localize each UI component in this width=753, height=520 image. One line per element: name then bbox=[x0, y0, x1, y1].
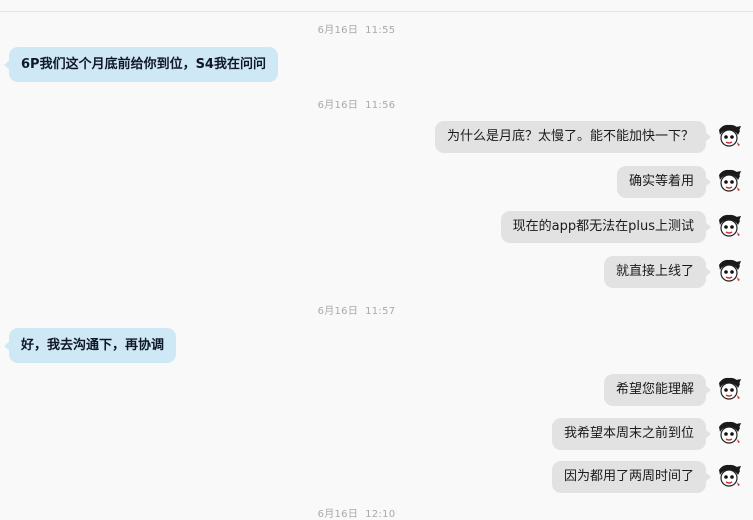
avatar-icon[interactable] bbox=[716, 463, 742, 489]
outgoing-message[interactable]: 希望您能理解 bbox=[603, 374, 712, 406]
top-divider bbox=[0, 11, 753, 12]
avatar-icon[interactable] bbox=[716, 258, 742, 284]
avatar-icon[interactable] bbox=[716, 168, 742, 194]
outgoing-message[interactable]: 因为都用了两周时间了 bbox=[551, 461, 712, 493]
outgoing-message[interactable]: 为什么是月底？太慢了。能不能加快一下？ bbox=[434, 121, 712, 153]
avatar-icon[interactable] bbox=[716, 420, 742, 446]
timestamp: 6月16日 11:56 bbox=[317, 100, 396, 111]
incoming-message[interactable]: 6P我们这个月底前给你到位，S4我在问问 bbox=[4, 47, 278, 82]
timestamp: 6月16日 12:10 bbox=[317, 509, 396, 520]
outgoing-message[interactable]: 就直接上线了 bbox=[603, 256, 712, 288]
timestamp: 6月16日 11:55 bbox=[317, 25, 396, 36]
outgoing-message[interactable]: 现在的app都无法在plus上测试 bbox=[500, 211, 712, 243]
outgoing-message[interactable]: 确实等着用 bbox=[616, 166, 712, 198]
avatar-icon[interactable] bbox=[716, 213, 742, 239]
avatar-icon[interactable] bbox=[716, 376, 742, 402]
avatar-icon[interactable] bbox=[716, 123, 742, 149]
outgoing-message[interactable]: 我希望本周末之前到位 bbox=[551, 418, 712, 450]
incoming-message[interactable]: 好，我去沟通下，再协调 bbox=[3, 328, 177, 363]
timestamp: 6月16日 11:57 bbox=[317, 306, 396, 317]
